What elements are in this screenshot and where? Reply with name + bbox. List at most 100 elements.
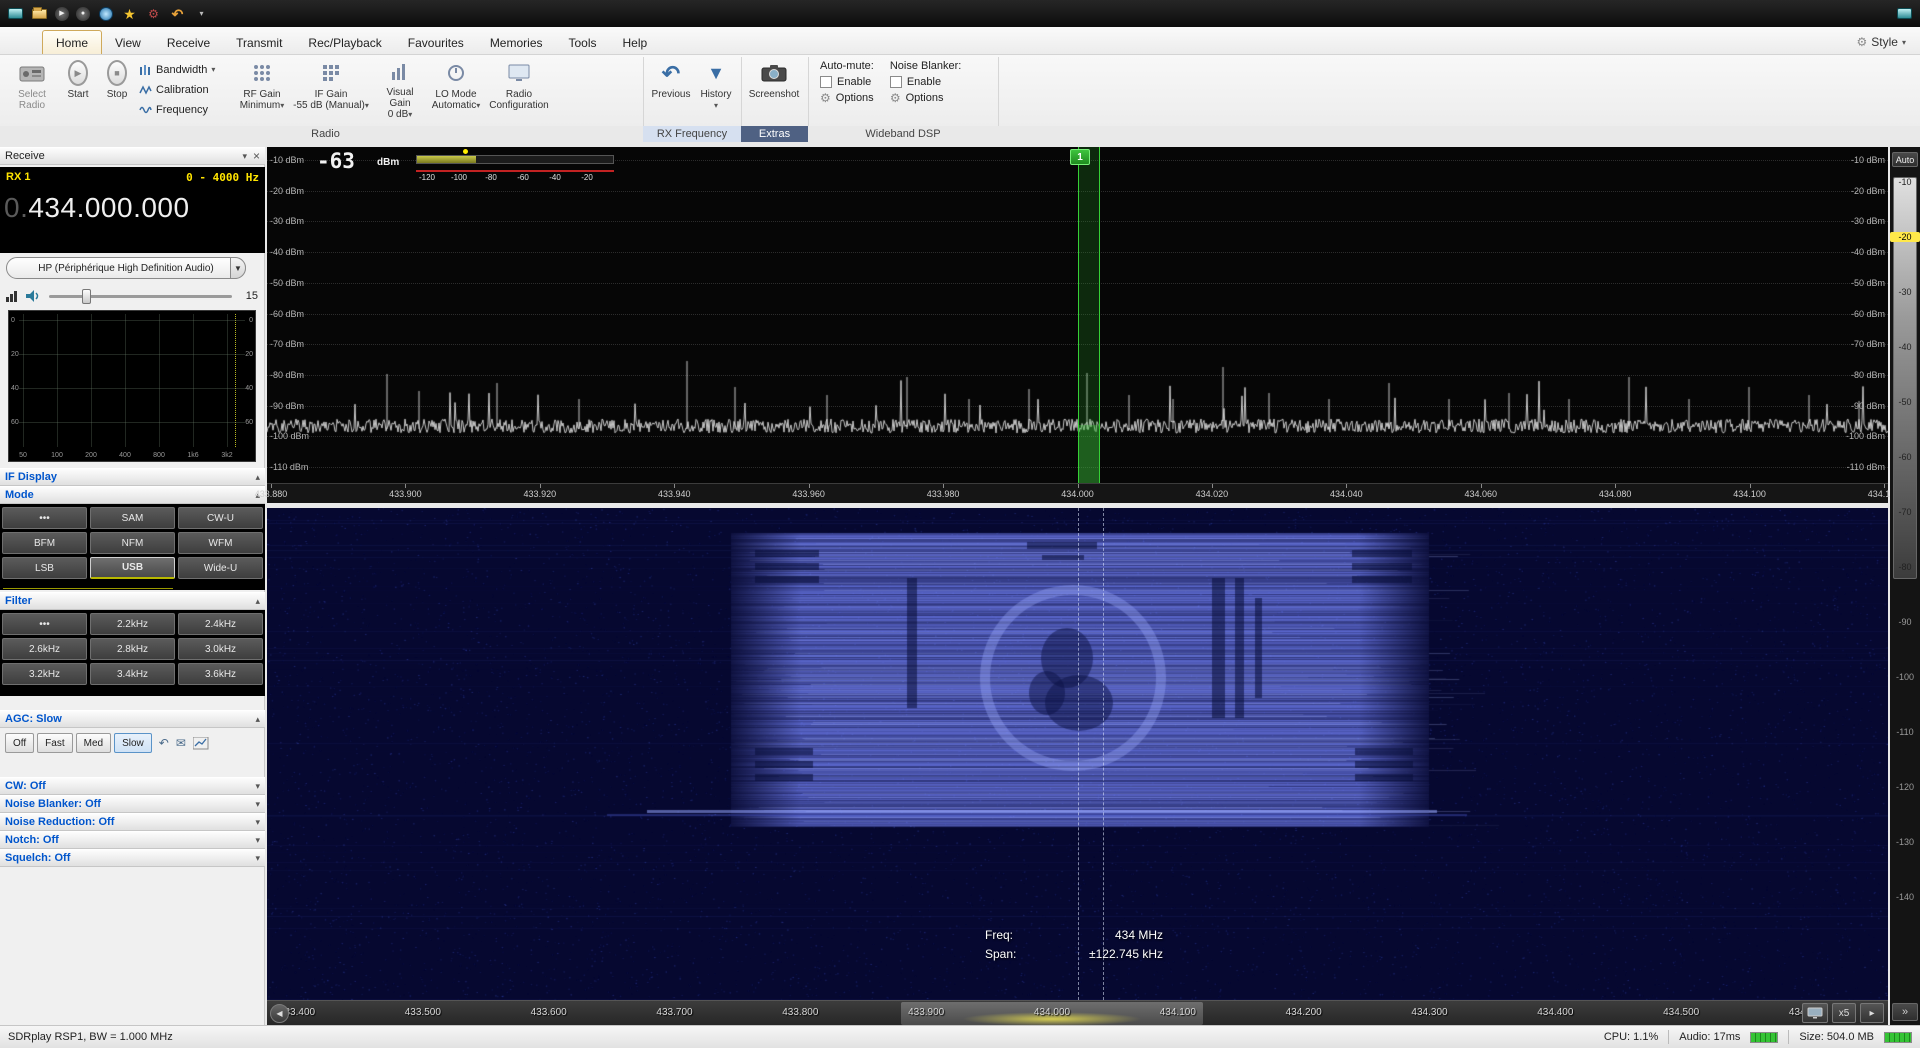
globe-icon[interactable] <box>97 5 114 22</box>
filter-button-3-0khz[interactable]: 3.0kHz <box>178 638 263 660</box>
tuning-marker-label[interactable]: 1 <box>1070 149 1090 165</box>
record-icon[interactable]: ● <box>76 7 90 21</box>
previous-button[interactable]: ↶ Previous <box>648 57 694 123</box>
history-button[interactable]: ▼ History ▾ <box>694 57 738 123</box>
close-icon[interactable]: × <box>253 149 260 163</box>
mode-button-bfm[interactable]: BFM <box>2 532 87 554</box>
filter-button-2-6khz[interactable]: 2.6kHz <box>2 638 87 660</box>
volume-slider-handle[interactable] <box>82 289 91 304</box>
level-more-button[interactable]: » <box>1892 1003 1918 1021</box>
screenshot-button[interactable]: Screenshot <box>745 57 803 123</box>
start-button[interactable]: ▶ Start <box>58 57 98 123</box>
tab-rec-playback[interactable]: Rec/Playback <box>295 31 394 54</box>
mode-button-cw-u[interactable]: CW-U <box>178 507 263 529</box>
star-icon[interactable]: ★ <box>121 5 138 22</box>
agc-chart-icon[interactable] <box>193 737 209 750</box>
chevron-down-icon[interactable]: ▾ <box>255 817 260 828</box>
folder-icon[interactable] <box>31 5 48 22</box>
level-tick-label: -130 <box>1890 837 1920 847</box>
stop-button[interactable]: ■ Stop <box>98 57 136 123</box>
calibration-button[interactable]: Calibration <box>136 81 234 98</box>
filter-button-more[interactable]: ••• <box>2 613 87 635</box>
agc-button-off[interactable]: Off <box>5 733 34 753</box>
volume-slider[interactable] <box>49 295 232 298</box>
radio-configuration-button[interactable]: Radio Configuration <box>484 57 554 123</box>
tab-memories[interactable]: Memories <box>477 31 556 54</box>
frequency-display[interactable]: 0.434.000.000 <box>4 191 190 224</box>
lo-mode-button[interactable]: LO Mode Automatic▾ <box>428 57 484 123</box>
db-label-left: -40 dBm <box>270 247 314 257</box>
agc-button-slow[interactable]: Slow <box>114 733 152 753</box>
section-noise-reduction[interactable]: Noise Reduction: Off▾ <box>0 813 265 831</box>
section-filter[interactable]: Filter ▴ <box>0 592 265 610</box>
automute-enable-checkbox[interactable]: Enable <box>820 76 874 88</box>
equalizer-icon[interactable] <box>6 290 17 302</box>
audio-device-dropdown-arrow-icon[interactable]: ▼ <box>230 257 246 279</box>
tab-receive[interactable]: Receive <box>154 31 223 54</box>
spectrum-frequency-axis[interactable]: 433.880433.900433.920433.940433.960433.9… <box>267 483 1888 503</box>
navigator-right-button[interactable]: ▸ <box>1860 1003 1884 1023</box>
navigator-display-button[interactable] <box>1802 1003 1828 1023</box>
section-noise-blanker[interactable]: Noise Blanker: Off▾ <box>0 795 265 813</box>
chevron-down-icon[interactable]: ▾ <box>255 781 260 792</box>
mode-button-sam[interactable]: SAM <box>90 507 175 529</box>
section-squelch[interactable]: Squelch: Off▾ <box>0 849 265 867</box>
mode-button-lsb[interactable]: LSB <box>2 557 87 579</box>
play-icon[interactable]: ▶ <box>55 7 69 21</box>
mode-button-nfm[interactable]: NFM <box>90 532 175 554</box>
titlebar-caret-icon[interactable]: ▾ <box>193 5 210 22</box>
filter-button-2-2khz[interactable]: 2.2kHz <box>90 613 175 635</box>
tab-view[interactable]: View <box>102 31 154 54</box>
tab-help[interactable]: Help <box>610 31 661 54</box>
chevron-up-icon[interactable]: ▴ <box>255 596 260 607</box>
visual-gain-button[interactable]: Visual Gain 0 dB▾ <box>372 57 428 123</box>
tuning-marker-band[interactable] <box>1078 147 1100 483</box>
section-if-display[interactable]: IF Display ▴ <box>0 468 265 486</box>
automute-options-button[interactable]: ⚙ Options <box>820 92 874 104</box>
chevron-up-icon[interactable]: ▴ <box>255 472 260 483</box>
style-selector[interactable]: ⚙ Style ▾ <box>1857 35 1906 54</box>
noise-blanker-enable-checkbox[interactable]: Enable <box>890 76 962 88</box>
chevron-up-icon[interactable]: ▴ <box>255 714 260 725</box>
speaker-icon[interactable] <box>25 289 41 303</box>
filter-button-3-2khz[interactable]: 3.2kHz <box>2 663 87 685</box>
filter-button-3-6khz[interactable]: 3.6kHz <box>178 663 263 685</box>
mode-button-usb[interactable]: USB <box>90 557 175 579</box>
tab-favourites[interactable]: Favourites <box>395 31 477 54</box>
collapse-icon[interactable]: ▾ <box>242 151 247 162</box>
navigator-zoom-button[interactable]: x5 <box>1832 1003 1856 1023</box>
tools-icon[interactable]: ⚙ <box>145 5 162 22</box>
frequency-button[interactable]: Frequency <box>136 101 234 118</box>
mode-button-wfm[interactable]: WFM <box>178 532 263 554</box>
auto-level-button[interactable]: Auto <box>1892 152 1918 167</box>
undo-icon[interactable]: ↶ <box>169 5 186 22</box>
bandwidth-button[interactable]: Bandwidth ▾ <box>136 61 234 78</box>
section-notch[interactable]: Notch: Off▾ <box>0 831 265 849</box>
tab-transmit[interactable]: Transmit <box>223 31 295 54</box>
section-mode[interactable]: Mode ▴ <box>0 486 265 504</box>
rf-gain-button[interactable]: RF Gain Minimum▾ <box>234 57 290 123</box>
chevron-down-icon[interactable]: ▾ <box>255 799 260 810</box>
chevron-down-icon[interactable]: ▾ <box>255 853 260 864</box>
noise-blanker-options-button[interactable]: ⚙ Options <box>890 92 962 104</box>
audio-device-dropdown[interactable]: HP (Périphérique High Definition Audio) <box>6 257 246 279</box>
chevron-down-icon[interactable]: ▾ <box>255 835 260 846</box>
navigator-left-button[interactable]: ◀ <box>270 1004 289 1023</box>
agc-undo-icon[interactable]: ↶ <box>159 736 169 750</box>
receive-panel-header[interactable]: Receive ▾ × <box>0 147 265 165</box>
select-radio-button[interactable]: Select Radio <box>6 57 58 123</box>
agc-envelope-icon[interactable]: ✉ <box>176 736 186 750</box>
mode-button-[interactable]: ••• <box>2 507 87 529</box>
tab-tools[interactable]: Tools <box>556 31 610 54</box>
if-gain-button[interactable]: IF Gain -55 dB (Manual)▾ <box>290 57 372 123</box>
agc-button-med[interactable]: Med <box>76 733 111 753</box>
filter-button-2-8khz[interactable]: 2.8kHz <box>90 638 175 660</box>
filter-button-3-4khz[interactable]: 3.4kHz <box>90 663 175 685</box>
section-agc[interactable]: AGC: Slow ▴ <box>0 710 265 728</box>
frequency-navigator[interactable]: 433.400433.500433.600433.700433.800433.9… <box>267 1000 1888 1025</box>
section-cw[interactable]: CW: Off▾ <box>0 777 265 795</box>
tab-home[interactable]: Home <box>42 30 102 54</box>
filter-button-2-4khz[interactable]: 2.4kHz <box>178 613 263 635</box>
agc-button-fast[interactable]: Fast <box>37 733 72 753</box>
mode-button-wide-u[interactable]: Wide-U <box>178 557 263 579</box>
